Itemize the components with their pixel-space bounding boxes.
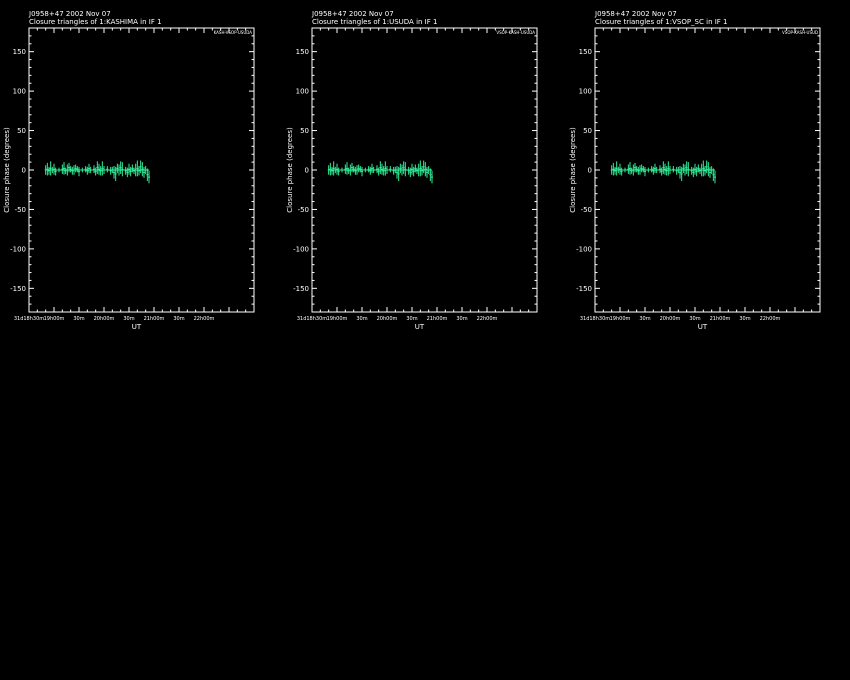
x-tick-label: 19h00m xyxy=(327,316,348,322)
y-tick-label: 100 xyxy=(13,88,26,96)
closure-phase-chart: -150 -100 -50 0 50 100 150 31d18h30m 19h00m 30m 20… xyxy=(569,27,821,331)
x-tick-label: 20h00m xyxy=(660,316,681,322)
y-tick-label: -150 xyxy=(293,285,309,293)
x-axis-title: UT xyxy=(698,323,708,331)
x-tick-label: 22h00m xyxy=(477,316,498,322)
x-tick-label: 31d18h30m xyxy=(580,316,610,322)
x-tick-label: 21h00m xyxy=(144,316,165,322)
x-tick-label: 30m xyxy=(406,316,417,322)
x-tick-label: 21h00m xyxy=(427,316,448,322)
x-tick-label: 30m xyxy=(639,316,650,322)
y-tick-label: -50 xyxy=(298,206,309,214)
y-tick-label: -150 xyxy=(576,285,592,293)
x-tick-label: 22h00m xyxy=(194,316,215,322)
y-tick-label: 50 xyxy=(300,127,309,135)
y-tick-label: 150 xyxy=(296,48,309,56)
y-tick-label: -150 xyxy=(10,285,26,293)
y-tick-label: 0 xyxy=(305,167,309,175)
closure-panel-2: J0958+47 2002 Nov 07 Closure triangles o… xyxy=(283,0,566,340)
x-tick-label: 22h00m xyxy=(760,316,781,322)
x-tick-label: 31d18h30m xyxy=(297,316,327,322)
x-tick-label: 30m xyxy=(173,316,184,322)
y-tick-label: 100 xyxy=(579,88,592,96)
x-tick-label: 30m xyxy=(73,316,84,322)
y-tick-label: -100 xyxy=(576,245,592,253)
x-tick-label: 30m xyxy=(123,316,134,322)
y-tick-label: -50 xyxy=(15,206,26,214)
triangle-label: VSOP-KASH-USUDA xyxy=(496,30,535,35)
y-axis-title: Closure phase (degrees) xyxy=(286,127,294,213)
y-tick-label: -50 xyxy=(581,206,592,214)
x-tick-label: 19h00m xyxy=(44,316,65,322)
x-axis-title: UT xyxy=(415,323,425,331)
y-axis-title: Closure phase (degrees) xyxy=(569,127,577,213)
closure-panel-3: J0958+47 2002 Nov 07 Closure triangles o… xyxy=(566,0,849,340)
x-tick-label: 20h00m xyxy=(377,316,398,322)
y-tick-label: -100 xyxy=(10,245,26,253)
x-tick-label: 30m xyxy=(456,316,467,322)
y-tick-label: -100 xyxy=(293,245,309,253)
x-tick-label: 30m xyxy=(356,316,367,322)
y-tick-label: 0 xyxy=(588,167,592,175)
x-tick-label: 21h00m xyxy=(710,316,731,322)
triangle-label: KASH-VSOP-USUDA xyxy=(214,30,253,35)
y-tick-label: 150 xyxy=(13,48,26,56)
x-tick-label: 20h00m xyxy=(94,316,115,322)
closure-phase-chart: -150 -100 -50 0 50 100 150 31d18h30m 19h00m 30m 20… xyxy=(286,27,538,331)
triangle-label: VSOP-KASH-USUD xyxy=(782,30,818,35)
y-tick-label: 100 xyxy=(296,88,309,96)
x-tick-label: 31d18h30m xyxy=(14,316,44,322)
y-tick-label: 50 xyxy=(17,127,26,135)
y-tick-label: 50 xyxy=(583,127,592,135)
x-tick-label: 30m xyxy=(689,316,700,322)
x-tick-label: 19h00m xyxy=(610,316,631,322)
y-tick-label: 0 xyxy=(22,167,26,175)
x-tick-label: 30m xyxy=(739,316,750,322)
closure-phase-chart: -150 -100 -50 0 50 100 150 31d18h30m 19h00m 30m 20… xyxy=(3,27,255,331)
y-tick-label: 150 xyxy=(579,48,592,56)
x-axis-title: UT xyxy=(132,323,142,331)
closure-panel-1: J0958+47 2002 Nov 07 Closure triangles o… xyxy=(0,0,283,340)
y-axis-title: Closure phase (degrees) xyxy=(3,127,11,213)
